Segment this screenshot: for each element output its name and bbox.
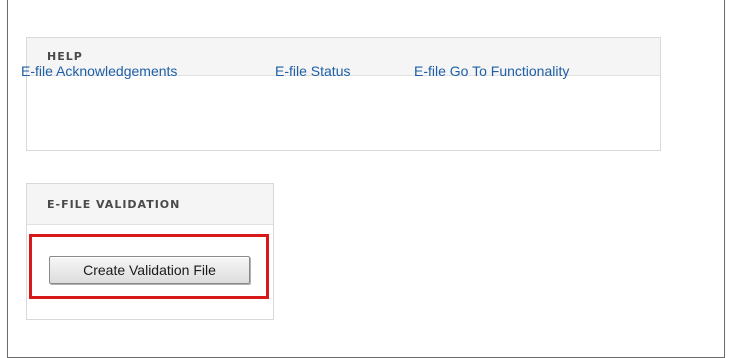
help-panel: HELP <box>26 37 661 151</box>
efile-validation-panel-header: E-FILE VALIDATION <box>27 184 273 225</box>
create-validation-file-button[interactable]: Create Validation File <box>49 256 250 284</box>
efile-status-link[interactable]: E-file Status <box>275 63 350 79</box>
efile-acknowledgements-link[interactable]: E-file Acknowledgements <box>21 63 177 79</box>
efile-go-to-functionality-link[interactable]: E-file Go To Functionality <box>414 63 569 79</box>
efile-validation-panel-title: E-FILE VALIDATION <box>47 197 181 211</box>
help-panel-title: HELP <box>47 50 83 63</box>
